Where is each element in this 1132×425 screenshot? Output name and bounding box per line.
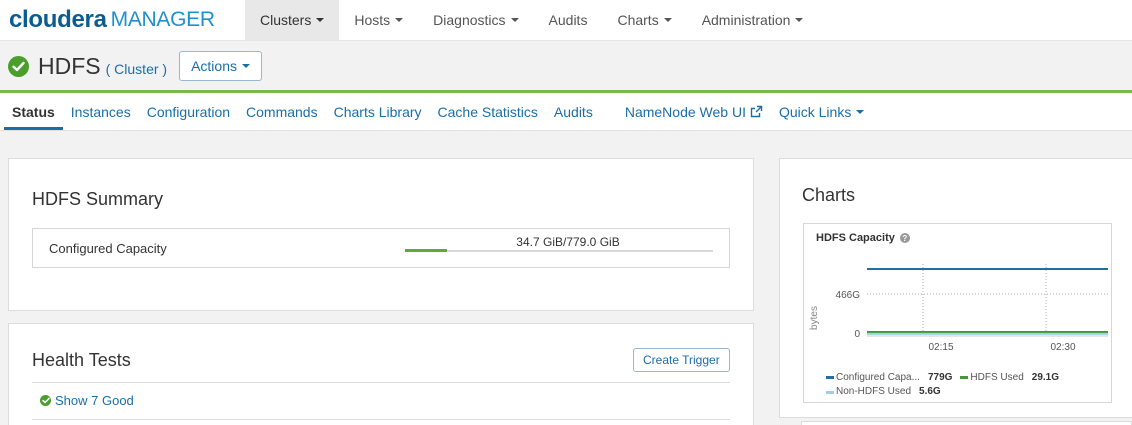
service-header: HDFS ( Cluster ) Actions	[0, 41, 1132, 91]
health-tests-card: Health Tests Create Trigger Show 7 Good	[8, 323, 754, 425]
show-good-link[interactable]: Show 7 Good	[40, 393, 134, 408]
health-divider	[32, 382, 730, 383]
tab-audits[interactable]: Audits	[546, 93, 601, 130]
y-tick-label: 466G	[836, 290, 861, 301]
capacity-bar-fill	[405, 249, 448, 252]
chevron-down-icon	[510, 18, 519, 22]
capacity-label: Configured Capacity	[49, 240, 167, 256]
charts-title: Charts	[802, 185, 856, 205]
nav-charts[interactable]: Charts	[602, 0, 686, 40]
legend-swatch	[826, 390, 834, 394]
capacity-value: 34.7 GiB/779.0 GiB	[516, 235, 620, 249]
x-tick-label: 02:30	[1050, 342, 1075, 353]
chart-plot: 0 466G 02:15 02:30 bytes	[809, 264, 1108, 353]
nav-diagnostics[interactable]: Diagnostics	[418, 0, 533, 40]
capacity-bar	[405, 249, 713, 252]
top-nav-menu: Clusters Hosts Diagnostics Audits Charts Admi…	[245, 0, 818, 40]
page-title: HDFS	[38, 52, 101, 79]
chart-legend: Configured Capa... 779G HDFS Used 29.1G Non-…	[826, 370, 1106, 399]
charts-card: Charts HDFS Capacity ? 0 466G 02:15 02:30 by…	[779, 158, 1132, 418]
nav-audits[interactable]: Audits	[534, 0, 603, 40]
hdfs-capacity-chart[interactable]: HDFS Capacity ? 0 466G 02:15 02:30 bytes Con…	[803, 223, 1112, 403]
tab-configuration[interactable]: Configuration	[139, 93, 238, 130]
top-navbar: cloudera MANAGER Clusters Hosts Diagnostic…	[0, 0, 1132, 41]
tab-namenode-web-ui[interactable]: NameNode Web UI	[617, 93, 771, 130]
hdfs-summary-card: HDFS Summary Configured Capacity 34.7 Gi…	[8, 158, 754, 311]
good-health-check-icon	[8, 55, 29, 77]
legend-item[interactable]: HDFS Used 29.1G	[960, 371, 1059, 385]
service-tabs: Status Instances Configuration Commands Char…	[0, 93, 1132, 131]
health-divider-bottom	[32, 419, 730, 420]
tab-charts-library[interactable]: Charts Library	[326, 93, 430, 130]
legend-item[interactable]: Non-HDFS Used 5.6G	[826, 385, 941, 399]
good-check-icon	[40, 395, 51, 406]
tab-cache-statistics[interactable]: Cache Statistics	[430, 93, 546, 130]
tab-commands[interactable]: Commands	[238, 93, 326, 130]
nav-administration[interactable]: Administration	[687, 0, 819, 40]
legend-swatch	[826, 376, 834, 379]
chevron-down-icon	[395, 18, 404, 22]
tab-status[interactable]: Status	[0, 93, 63, 130]
nav-clusters[interactable]: Clusters	[245, 0, 340, 40]
chevron-down-icon	[663, 18, 672, 22]
chevron-down-icon	[795, 18, 804, 22]
nav-hosts[interactable]: Hosts	[339, 0, 418, 40]
y-tick-label: 0	[854, 329, 860, 340]
create-trigger-button[interactable]: Create Trigger	[633, 348, 730, 372]
cloudera-logo[interactable]: cloudera MANAGER	[0, 0, 245, 40]
y-axis-label: bytes	[809, 306, 820, 330]
health-title: Health Tests	[32, 350, 131, 370]
chevron-down-icon	[316, 18, 325, 22]
cluster-link[interactable]: ( Cluster )	[106, 61, 167, 77]
x-tick-label: 02:15	[928, 342, 953, 353]
tab-quick-links[interactable]: Quick Links	[771, 93, 872, 130]
tab-instances[interactable]: Instances	[63, 93, 139, 130]
legend-swatch	[960, 376, 969, 379]
summary-title: HDFS Summary	[32, 189, 164, 209]
chevron-down-icon	[856, 109, 865, 114]
chevron-down-icon	[242, 64, 250, 68]
external-link-icon	[750, 105, 763, 118]
actions-dropdown-button[interactable]: Actions	[179, 51, 262, 81]
legend-item[interactable]: Configured Capa... 779G	[826, 371, 952, 385]
next-chart-box-edge	[801, 421, 1132, 425]
